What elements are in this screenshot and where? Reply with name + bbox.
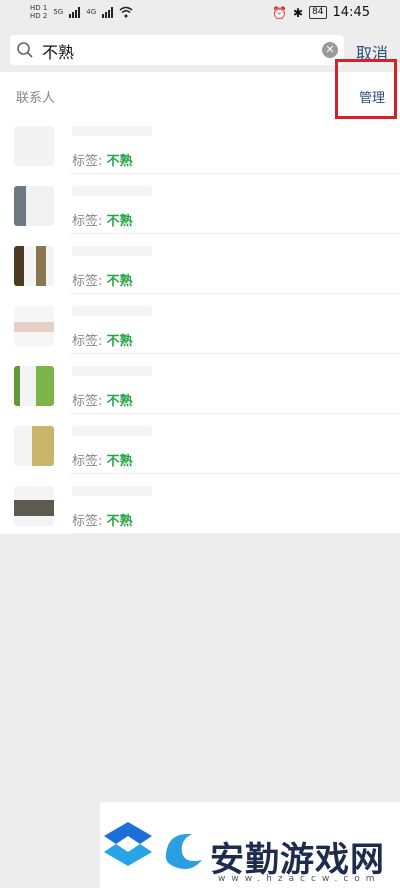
tag-label: 标签: bbox=[72, 394, 103, 409]
network2-label: 4G bbox=[86, 8, 97, 16]
tag-value: 不熟 bbox=[106, 274, 133, 289]
tag-label: 标签: bbox=[72, 214, 103, 229]
contact-name-redacted bbox=[72, 186, 152, 196]
highlight-box bbox=[335, 59, 397, 119]
contact-row[interactable]: 标签: 不熟 bbox=[0, 414, 400, 474]
wifi-icon bbox=[119, 6, 133, 18]
contact-name-redacted bbox=[72, 426, 152, 436]
contact-tag: 标签: 不熟 bbox=[72, 150, 133, 169]
tag-label: 标签: bbox=[72, 274, 103, 289]
contact-row[interactable]: 标签: 不熟 bbox=[0, 114, 400, 174]
clock-time: 14:45 bbox=[332, 5, 370, 20]
tag-label: 标签: bbox=[72, 454, 103, 469]
avatar bbox=[14, 366, 54, 406]
contacts-panel: 联系人 管理 标签: 不熟 标签: 不熟 标签: 不熟 标签: 不熟 标签: 不… bbox=[0, 59, 400, 534]
avatar bbox=[14, 186, 54, 226]
avatar bbox=[14, 126, 54, 166]
search-input[interactable]: 不熟 ✕ bbox=[10, 35, 344, 65]
contact-row[interactable]: 标签: 不熟 bbox=[0, 294, 400, 354]
contact-tag: 标签: 不熟 bbox=[72, 210, 133, 229]
sim-indicators: HD 1 HD 2 bbox=[30, 4, 47, 20]
sim1-label: HD 1 bbox=[30, 4, 48, 12]
signal1-icon bbox=[69, 6, 81, 18]
status-bar: HD 1 HD 2 5G 4G ⏰ ✱ 84 14:45 bbox=[0, 0, 400, 28]
search-query: 不熟 bbox=[42, 43, 75, 62]
tag-value: 不熟 bbox=[106, 334, 133, 349]
sim2-label: HD 2 bbox=[30, 12, 48, 20]
tag-value: 不熟 bbox=[106, 214, 133, 229]
avatar bbox=[14, 246, 54, 286]
tag-label: 标签: bbox=[72, 154, 103, 169]
contact-tag: 标签: 不熟 bbox=[72, 510, 133, 529]
tag-label: 标签: bbox=[72, 514, 103, 529]
contact-tag: 标签: 不熟 bbox=[72, 270, 133, 289]
contacts-section-header: 联系人 管理 bbox=[0, 59, 400, 119]
contact-row[interactable]: 标签: 不熟 bbox=[0, 174, 400, 234]
bluetooth-icon: ✱ bbox=[293, 5, 304, 20]
contact-list: 标签: 不熟 标签: 不熟 标签: 不熟 标签: 不熟 标签: 不熟 标签: 不… bbox=[0, 114, 400, 534]
swirl-icon bbox=[165, 833, 202, 869]
tag-value: 不熟 bbox=[106, 454, 133, 469]
contact-row[interactable]: 标签: 不熟 bbox=[0, 234, 400, 294]
contact-row[interactable]: 标签: 不熟 bbox=[0, 354, 400, 414]
tag-value: 不熟 bbox=[106, 394, 133, 409]
section-title: 联系人 bbox=[16, 91, 56, 106]
contact-tag: 标签: 不熟 bbox=[72, 330, 133, 349]
contact-name-redacted bbox=[72, 366, 152, 376]
site-logo-icon bbox=[104, 822, 152, 866]
contact-row[interactable]: 标签: 不熟 bbox=[0, 474, 400, 534]
clear-search-icon[interactable]: ✕ bbox=[322, 42, 338, 58]
contact-name-redacted bbox=[72, 246, 152, 256]
battery-level: 84 bbox=[309, 6, 327, 19]
contact-name-redacted bbox=[72, 126, 152, 136]
contact-name-redacted bbox=[72, 306, 152, 316]
watermark: 安勤游戏网 www.hzaccw.com bbox=[100, 802, 400, 888]
watermark-domain: www.hzaccw.com bbox=[218, 874, 381, 884]
alarm-icon: ⏰ bbox=[272, 5, 288, 20]
avatar bbox=[14, 306, 54, 346]
avatar bbox=[14, 426, 54, 466]
tag-value: 不熟 bbox=[106, 154, 133, 169]
contact-name-redacted bbox=[72, 486, 152, 496]
signal2-icon bbox=[102, 6, 114, 18]
network1-label: 5G bbox=[53, 8, 64, 16]
avatar bbox=[14, 486, 54, 526]
search-icon bbox=[17, 42, 33, 58]
tag-value: 不熟 bbox=[106, 514, 133, 529]
contact-tag: 标签: 不熟 bbox=[72, 390, 133, 409]
contact-tag: 标签: 不熟 bbox=[72, 450, 133, 469]
tag-label: 标签: bbox=[72, 334, 103, 349]
